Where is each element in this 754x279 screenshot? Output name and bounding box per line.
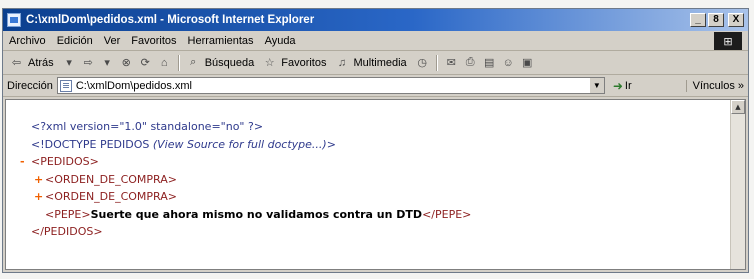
menu-edicion[interactable]: Edición	[57, 35, 93, 47]
stop-icon[interactable]: ⊗	[119, 55, 134, 70]
edit-icon[interactable]: ▤	[482, 55, 497, 70]
search-button[interactable]: Búsqueda	[205, 57, 255, 69]
back-dropdown-icon[interactable]: ▾	[62, 55, 77, 70]
document-view: <?xml version="1.0" standalone="no" ?> <…	[5, 99, 746, 270]
orden-line: + <ORDEN_DE_COMPRA>	[20, 171, 471, 189]
root-close-line: </PEDIDOS>	[20, 223, 471, 241]
discuss-icon[interactable]: ▣	[520, 55, 535, 70]
search-icon[interactable]: ⌕	[186, 55, 201, 70]
windows-logo-icon: ⊞	[714, 32, 742, 50]
window-controls: _ 8 X	[690, 13, 744, 27]
menu-herramientas[interactable]: Herramientas	[188, 35, 254, 47]
multimedia-icon[interactable]: ♫	[334, 55, 349, 70]
print-icon[interactable]: ⎙	[463, 55, 478, 70]
doctype-open: <!DOCTYPE PEDIDOS	[31, 137, 153, 151]
standard-toolbar: ⇦ Atrás ▾ ⇨ ▾ ⊗ ⟳ ⌂ ⌕ Búsqueda ☆ Favorit…	[3, 51, 748, 75]
close-button[interactable]: X	[728, 13, 744, 27]
favorites-button[interactable]: Favoritos	[281, 57, 326, 69]
xml-declaration: <?xml version="1.0" standalone="no" ?>	[31, 120, 264, 133]
address-label: Dirección	[7, 79, 53, 92]
links-button[interactable]: Vínculos »	[685, 79, 744, 92]
menu-archivo[interactable]: Archivo	[9, 35, 46, 47]
favorites-icon[interactable]: ☆	[262, 55, 277, 70]
address-value[interactable]: C:\xmlDom\pedidos.xml	[76, 80, 192, 92]
browser-window: C:\xmlDom\pedidos.xml - Microsoft Intern…	[2, 8, 749, 273]
address-dropdown-icon[interactable]: ▼	[588, 78, 604, 93]
window-title: C:\xmlDom\pedidos.xml - Microsoft Intern…	[26, 14, 315, 26]
xml-page-icon	[59, 79, 72, 92]
pedidos-close-tag: </PEDIDOS>	[31, 225, 103, 238]
orden-line: + <ORDEN_DE_COMPRA>	[20, 188, 471, 206]
back-arrow-icon[interactable]: ⇦	[9, 55, 24, 70]
forward-dropdown-icon[interactable]: ▾	[100, 55, 115, 70]
doctype-note: (View Source for full doctype...)	[152, 137, 327, 151]
expand-toggle[interactable]: +	[34, 188, 45, 206]
back-button[interactable]: Atrás	[28, 57, 54, 69]
doctype-close: >	[326, 137, 336, 151]
mail-icon[interactable]: ✉	[444, 55, 459, 70]
refresh-icon[interactable]: ⟳	[138, 55, 153, 70]
maximize-button[interactable]: 8	[708, 13, 724, 27]
toolbar-separator	[177, 54, 180, 71]
address-bar: Dirección C:\xmlDom\pedidos.xml ▼ ➜ Ir V…	[3, 75, 748, 97]
orden-de-compra-tag: <ORDEN_DE_COMPRA>	[45, 190, 177, 203]
scroll-up-icon[interactable]: ▲	[731, 100, 745, 114]
pedidos-open-tag: <PEDIDOS>	[31, 155, 99, 168]
pepe-line: <PEPE>Suerte que ahora mismo no validamo…	[20, 206, 471, 224]
menu-ayuda[interactable]: Ayuda	[265, 35, 296, 47]
menu-bar: Archivo Edición Ver Favoritos Herramient…	[3, 31, 748, 51]
doctype-line: <!DOCTYPE PEDIDOS (View Source for full …	[20, 136, 471, 154]
pepe-close-tag: </PEPE>	[422, 207, 472, 221]
go-label: Ir	[624, 79, 632, 92]
pepe-open-tag: <PEPE>	[45, 207, 91, 221]
minimize-button[interactable]: _	[690, 13, 706, 27]
vertical-scrollbar[interactable]: ▲	[730, 100, 745, 269]
title-bar[interactable]: C:\xmlDom\pedidos.xml - Microsoft Intern…	[3, 9, 748, 31]
address-input[interactable]: C:\xmlDom\pedidos.xml ▼	[56, 77, 605, 94]
home-icon[interactable]: ⌂	[157, 55, 172, 70]
xml-declaration-line: <?xml version="1.0" standalone="no" ?>	[20, 118, 471, 136]
multimedia-button[interactable]: Multimedia	[353, 57, 406, 69]
xml-tree: <?xml version="1.0" standalone="no" ?> <…	[20, 118, 471, 241]
toolbar-separator	[435, 54, 438, 71]
go-button[interactable]: ➜ Ir	[613, 79, 632, 93]
ie-page-icon	[7, 13, 21, 27]
collapse-toggle[interactable]: -	[20, 153, 31, 171]
expand-toggle[interactable]: +	[34, 171, 45, 189]
root-open-line: - <PEDIDOS>	[20, 153, 471, 171]
messenger-icon[interactable]: ☺	[501, 55, 516, 70]
forward-arrow-icon[interactable]: ⇨	[81, 55, 96, 70]
menu-favoritos[interactable]: Favoritos	[131, 35, 176, 47]
menu-ver[interactable]: Ver	[104, 35, 121, 47]
go-arrow-icon: ➜	[612, 78, 623, 93]
orden-de-compra-tag: <ORDEN_DE_COMPRA>	[45, 172, 177, 186]
pepe-text: Suerte que ahora mismo no validamos cont…	[90, 207, 423, 221]
history-icon[interactable]: ◷	[415, 55, 430, 70]
